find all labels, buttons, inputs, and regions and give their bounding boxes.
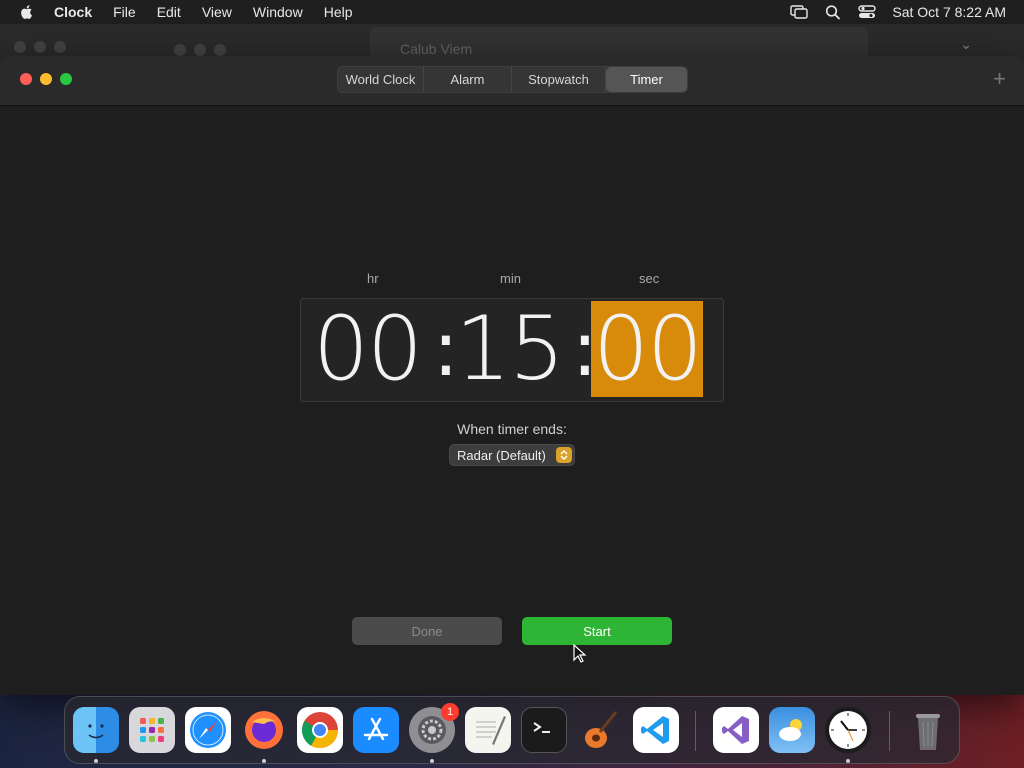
add-icon[interactable]: + <box>993 66 1006 92</box>
launchpad-icon[interactable] <box>129 707 175 753</box>
title-bar: World Clock Alarm Stopwatch Timer + <box>0 56 1024 106</box>
clock-window: World Clock Alarm Stopwatch Timer + hr m… <box>0 56 1024 695</box>
tab-timer[interactable]: Timer <box>606 67 687 92</box>
menu-view[interactable]: View <box>202 4 232 20</box>
terminal-icon[interactable] <box>521 707 567 753</box>
hours-field[interactable]: 00 <box>313 301 423 397</box>
start-button[interactable]: Start <box>522 617 672 645</box>
garageband-icon[interactable] <box>577 707 623 753</box>
finder-icon[interactable] <box>73 707 119 753</box>
visual-studio-icon[interactable] <box>713 707 759 753</box>
spotlight-search-icon[interactable] <box>824 4 842 20</box>
mouse-pointer-icon <box>573 644 587 663</box>
control-center-icon[interactable] <box>858 4 877 20</box>
hours-label: hr <box>367 271 379 286</box>
tab-stopwatch[interactable]: Stopwatch <box>512 67 606 92</box>
mode-tabs: World Clock Alarm Stopwatch Timer <box>337 66 688 93</box>
chevron-down-icon: ⌄ <box>960 36 972 52</box>
window-controls <box>20 73 72 85</box>
firefox-icon[interactable] <box>241 707 287 753</box>
finder-running-indicator <box>94 759 98 763</box>
minutes-field[interactable]: 15 <box>455 301 565 397</box>
background-window-tab-title: Calub Viem <box>400 41 473 57</box>
textedit-icon[interactable] <box>465 707 511 753</box>
when-timer-ends-label: When timer ends: <box>457 421 567 437</box>
apple-menu-icon[interactable] <box>18 3 36 21</box>
dock: 1 <box>64 696 960 764</box>
menu-bar: Clock File Edit View Window Help Sat Oct… <box>0 0 1024 24</box>
menu-file[interactable]: File <box>113 4 136 20</box>
done-button[interactable]: Done <box>352 617 502 645</box>
tab-alarm[interactable]: Alarm <box>424 67 512 92</box>
app-store-icon[interactable] <box>353 707 399 753</box>
safari-icon[interactable] <box>185 707 231 753</box>
notification-badge: 1 <box>441 703 459 721</box>
system-settings-icon[interactable]: 1 <box>409 703 459 753</box>
close-window-button[interactable] <box>20 73 32 85</box>
firefox-running-indicator <box>262 759 266 763</box>
timer-sound-select[interactable]: Radar (Default) <box>449 444 575 466</box>
dock-separator <box>695 711 696 751</box>
timer-duration-picker: 00 : 15 : 00 <box>300 298 724 402</box>
screen-mirroring-icon[interactable] <box>790 4 809 20</box>
chrome-icon[interactable] <box>297 707 343 753</box>
clock-app-icon[interactable] <box>825 707 871 753</box>
menu-app-name[interactable]: Clock <box>54 4 92 20</box>
fullscreen-window-button[interactable] <box>60 73 72 85</box>
tab-world-clock[interactable]: World Clock <box>338 67 424 92</box>
background-window-tab: Calub Viem <box>370 27 868 57</box>
clock-running-indicator <box>846 759 850 763</box>
vscode-icon[interactable] <box>633 707 679 753</box>
timer-sound-value: Radar (Default) <box>457 447 546 463</box>
system-settings-running-indicator <box>430 759 434 763</box>
background-window-controls <box>14 41 66 53</box>
trash-icon[interactable] <box>905 707 951 753</box>
background-window-controls-2 <box>174 44 226 56</box>
menu-help[interactable]: Help <box>324 4 353 20</box>
menu-edit[interactable]: Edit <box>157 4 181 20</box>
menubar-clock[interactable]: Sat Oct 7 8:22 AM <box>892 4 1006 20</box>
dock-separator-2 <box>889 711 890 751</box>
minutes-label: min <box>500 271 521 286</box>
minimize-window-button[interactable] <box>40 73 52 85</box>
menu-window[interactable]: Window <box>253 4 303 20</box>
chevron-updown-icon[interactable] <box>556 447 572 463</box>
seconds-field[interactable]: 00 <box>591 301 703 397</box>
seconds-label: sec <box>639 271 660 286</box>
weather-icon[interactable] <box>769 707 815 753</box>
